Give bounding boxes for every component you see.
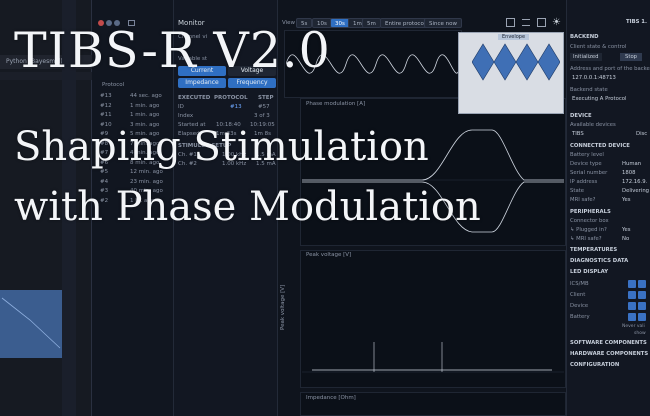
software-components-label[interactable]: SOFTWARE COMPONENTS — [570, 340, 647, 346]
led-indicator — [628, 280, 636, 288]
available-devices-label: Available devices — [570, 122, 616, 128]
led-display-label: LED DISPLAY — [570, 269, 609, 275]
id-label: ID — [178, 104, 184, 110]
overlay-subtitle-line2: with Phase Modulation — [14, 184, 481, 230]
voltage-ylabel: Peak voltage [V] — [280, 284, 286, 330]
voltage-plot-title: Peak voltage [V] — [306, 252, 352, 258]
led-battery-label: Battery — [570, 314, 590, 320]
protocol-id: #13 — [100, 93, 112, 99]
led-device-label: Device — [570, 303, 589, 309]
address-label: Address and port of the backe — [570, 66, 650, 72]
temperatures-label[interactable]: TEMPERATURES — [570, 247, 617, 253]
layout-icon[interactable] — [537, 18, 546, 27]
voltage-trace — [302, 342, 564, 373]
theme-sun-icon[interactable]: ☀ — [552, 17, 561, 28]
led-client-label: Client — [570, 292, 586, 298]
state-label: State — [570, 188, 585, 194]
view-5m-button[interactable]: 5m — [362, 18, 381, 28]
impedance-plot-title: Impedance [Ohm] — [306, 395, 356, 401]
plugged-label: ↳ Plugged in? — [570, 227, 607, 233]
disconnect-button[interactable]: Disc — [636, 131, 647, 137]
frequency-button[interactable]: Frequency — [228, 78, 276, 88]
plugged-value: Yes — [622, 227, 631, 233]
chart-icon[interactable] — [506, 18, 515, 27]
ip-value: 172.16.9. — [622, 179, 648, 185]
id-step: #57 — [258, 104, 270, 110]
mri-safe-value: Yes — [622, 197, 631, 203]
protocol-time: 1 min. ago — [130, 102, 160, 109]
led-ics-label: ICS/MB — [570, 281, 589, 287]
client-state-field: Initialized — [570, 53, 602, 61]
protocol-time: 1 min. ago — [130, 112, 160, 118]
device-type-label: Device type — [570, 161, 602, 167]
led-indicator — [628, 291, 636, 299]
serial-label: Serial number — [570, 170, 608, 176]
backend-label: BACKEND — [570, 34, 599, 40]
protocol-list-item[interactable]: #12 1 min. ago — [100, 103, 174, 109]
phase-plot-title: Phase modulation [A] — [306, 101, 366, 107]
ip-label: IP address — [570, 179, 598, 185]
protocol-id: #12 — [100, 102, 112, 109]
hardware-components-label[interactable]: HARDWARE COMPONENTS — [570, 351, 648, 357]
stop-button[interactable]: Stop — [620, 53, 643, 61]
mri2-value: No — [622, 236, 630, 242]
since-now-button[interactable]: Since now — [424, 18, 463, 28]
show-link[interactable]: show — [634, 331, 646, 336]
never-validated-label: Never vali — [622, 324, 645, 329]
index-label: Index — [178, 113, 194, 119]
configuration-label[interactable]: CONFIGURATION — [570, 362, 619, 368]
impedance-button[interactable]: Impedance — [178, 78, 226, 88]
led-indicator — [638, 313, 646, 321]
protocol-list-item[interactable]: #11 1 min. ago — [100, 112, 174, 118]
led-indicator — [638, 302, 646, 310]
device-section-label: DEVICE — [570, 113, 592, 119]
id-protocol-link[interactable]: #13 — [230, 104, 242, 110]
device-header: TIBS 1. — [626, 19, 647, 25]
protocol-list-item[interactable]: #13 44 sec. ago — [100, 93, 174, 99]
led-indicator — [628, 313, 636, 321]
mri2-label: ↳ MRI safe? — [570, 236, 602, 242]
executed-header: EXECUTED — [178, 95, 211, 101]
client-label: Client state & control — [570, 44, 627, 50]
peripherals-label: PERIPHERALS — [570, 209, 611, 215]
overlay-title: TIBS-R V2.0 — [14, 22, 331, 79]
protocol-header-col: PROTOCOL — [214, 95, 248, 101]
step-header-col: STEP — [258, 95, 274, 101]
led-indicator — [628, 302, 636, 310]
state-value: Delivering — [622, 188, 650, 194]
led-indicator — [638, 280, 646, 288]
protocol-id: #11 — [100, 112, 112, 118]
backend-state-value: Executing A Protocol — [572, 96, 627, 102]
connector-box-label: Connector box — [570, 218, 609, 224]
envelope-title: Envelope — [498, 34, 530, 40]
protocol-time: 44 sec. ago — [130, 93, 162, 99]
led-indicator — [638, 291, 646, 299]
overlay-subtitle-line1: Shaping Stimulation — [14, 124, 429, 170]
protocol-header: Protocol — [102, 82, 125, 88]
preview-graph-line — [1, 297, 61, 349]
connected-device-label: CONNECTED DEVICE — [570, 143, 630, 149]
envelope-chart — [472, 43, 560, 81]
address-field[interactable]: 127.0.0.1:48713 — [572, 75, 616, 81]
index-value: 3 of 3 — [254, 113, 270, 119]
mri-safe-label: MRI safe? — [570, 197, 596, 203]
view-30s-button[interactable]: 30s — [330, 18, 350, 28]
list-icon[interactable] — [522, 19, 530, 26]
diagnostics-label[interactable]: DIAGNOSTICS DATA — [570, 258, 628, 264]
device-select[interactable]: TIBS — [572, 131, 584, 137]
device-type-value: Human — [622, 161, 642, 167]
battery-label: Battery level — [570, 152, 604, 158]
entire-protocol-button[interactable]: Entire protocol — [380, 18, 431, 28]
serial-value: 1808 — [622, 170, 636, 176]
backend-state-label: Backend state — [570, 87, 608, 93]
